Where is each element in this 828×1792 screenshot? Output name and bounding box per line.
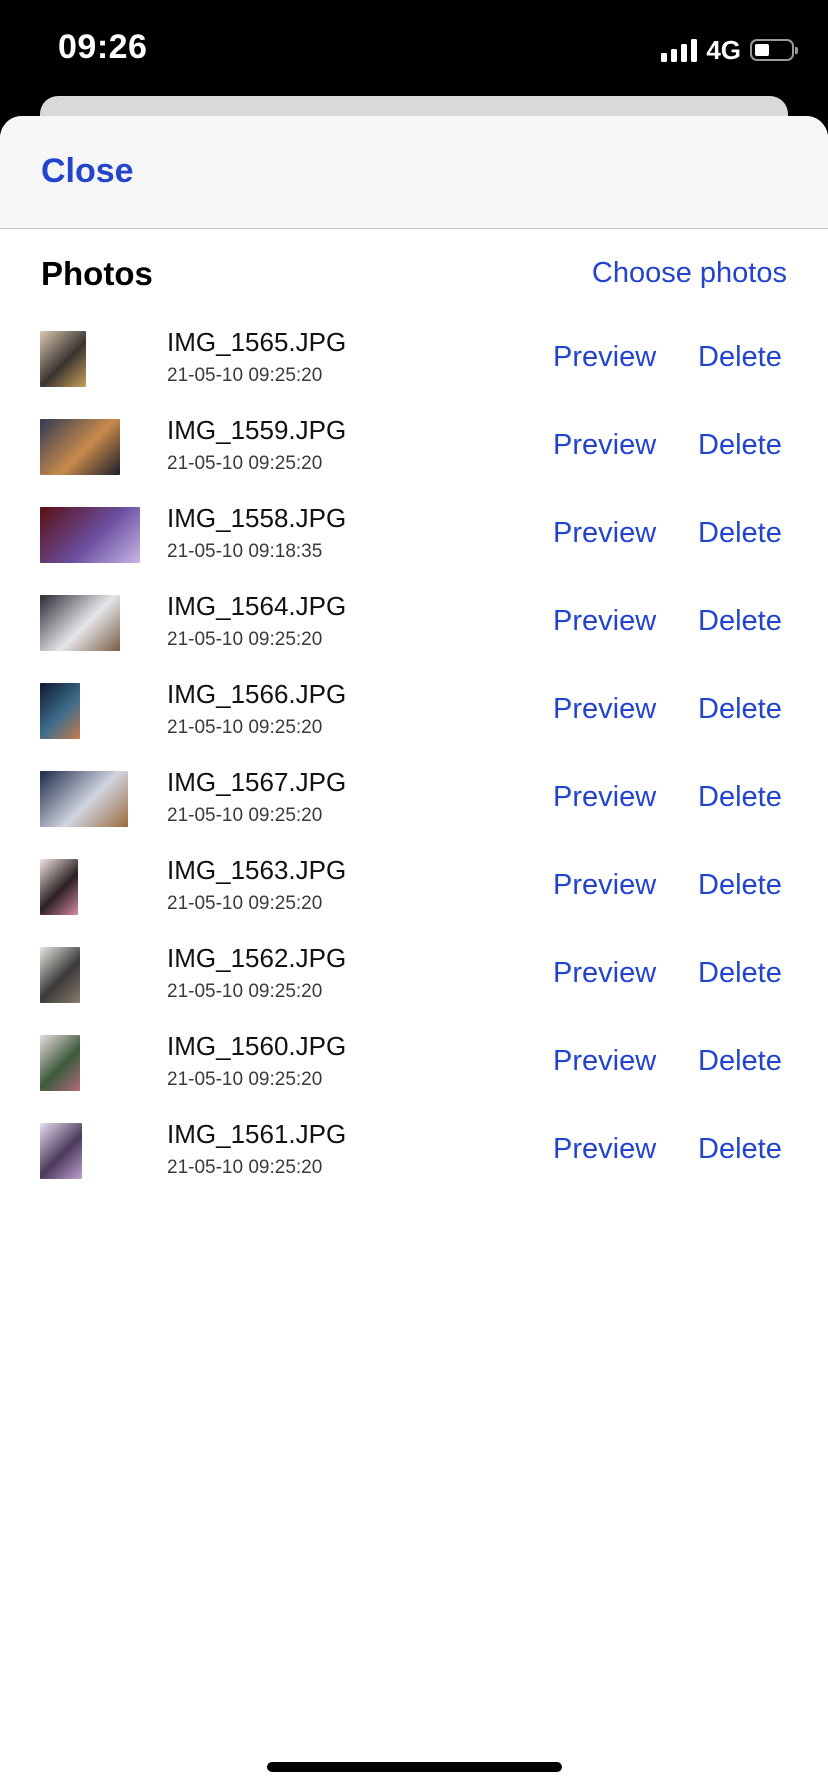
file-name: IMG_1564.JPG xyxy=(167,591,347,621)
photo-thumbnail[interactable] xyxy=(40,1035,80,1091)
preview-button[interactable]: Preview xyxy=(553,429,656,462)
file-name: IMG_1558.JPG xyxy=(167,503,347,533)
file-timestamp: 21-05-10 09:25:20 xyxy=(167,893,323,914)
close-button[interactable]: Close xyxy=(41,152,134,191)
file-timestamp: 21-05-10 09:25:20 xyxy=(167,365,323,386)
file-name: IMG_1565.JPG xyxy=(167,327,347,357)
preview-button[interactable]: Preview xyxy=(553,869,656,902)
photo-row: IMG_1563.JPG 21-05-10 09:25:20 Preview D… xyxy=(0,847,828,935)
delete-button[interactable]: Delete xyxy=(698,605,782,638)
photo-thumbnail[interactable] xyxy=(40,1123,82,1179)
file-timestamp: 21-05-10 09:25:20 xyxy=(167,629,323,650)
network-type: 4G xyxy=(706,34,741,65)
photo-row: IMG_1564.JPG 21-05-10 09:25:20 Preview D… xyxy=(0,583,828,671)
photo-row: IMG_1566.JPG 21-05-10 09:25:20 Preview D… xyxy=(0,671,828,759)
delete-button[interactable]: Delete xyxy=(698,429,782,462)
sheet-header: Close xyxy=(0,116,828,229)
preview-button[interactable]: Preview xyxy=(553,1045,656,1078)
preview-button[interactable]: Preview xyxy=(553,781,656,814)
file-timestamp: 21-05-10 09:25:20 xyxy=(167,1157,323,1178)
photo-thumbnail[interactable] xyxy=(40,595,120,651)
file-timestamp: 21-05-10 09:18:35 xyxy=(167,541,323,562)
section-title: Photos xyxy=(41,255,153,292)
home-indicator[interactable] xyxy=(267,1762,562,1772)
file-name: IMG_1567.JPG xyxy=(167,767,347,797)
status-time: 09:26 xyxy=(58,28,148,66)
preview-button[interactable]: Preview xyxy=(553,693,656,726)
photo-row: IMG_1567.JPG 21-05-10 09:25:20 Preview D… xyxy=(0,759,828,847)
file-name: IMG_1563.JPG xyxy=(167,855,347,885)
delete-button[interactable]: Delete xyxy=(698,957,782,990)
photo-row: IMG_1565.JPG 21-05-10 09:25:20 Preview D… xyxy=(0,319,828,407)
file-timestamp: 21-05-10 09:25:20 xyxy=(167,1069,323,1090)
signal-icon xyxy=(661,38,698,62)
file-timestamp: 21-05-10 09:25:20 xyxy=(167,981,323,1002)
preview-button[interactable]: Preview xyxy=(553,517,656,550)
file-timestamp: 21-05-10 09:25:20 xyxy=(167,453,323,474)
delete-button[interactable]: Delete xyxy=(698,341,782,374)
photo-row: IMG_1559.JPG 21-05-10 09:25:20 Preview D… xyxy=(0,407,828,495)
photo-row: IMG_1562.JPG 21-05-10 09:25:20 Preview D… xyxy=(0,935,828,1023)
file-timestamp: 21-05-10 09:25:20 xyxy=(167,805,323,826)
delete-button[interactable]: Delete xyxy=(698,869,782,902)
photo-thumbnail[interactable] xyxy=(40,947,80,1003)
delete-button[interactable]: Delete xyxy=(698,781,782,814)
photo-thumbnail[interactable] xyxy=(40,331,86,387)
choose-photos-button[interactable]: Choose photos xyxy=(592,257,787,290)
delete-button[interactable]: Delete xyxy=(698,693,782,726)
photo-row: IMG_1560.JPG 21-05-10 09:25:20 Preview D… xyxy=(0,1023,828,1111)
photo-thumbnail[interactable] xyxy=(40,683,80,739)
battery-icon xyxy=(750,39,798,61)
screen: 09:26 4G Close Photos Choose photos IMG_… xyxy=(0,0,828,1792)
file-name: IMG_1560.JPG xyxy=(167,1031,347,1061)
file-timestamp: 21-05-10 09:25:20 xyxy=(167,717,323,738)
delete-button[interactable]: Delete xyxy=(698,1045,782,1078)
photo-thumbnail[interactable] xyxy=(40,507,140,563)
photos-sheet: Close Photos Choose photos IMG_1565.JPG … xyxy=(0,116,828,1792)
photos-section-header: Photos Choose photos xyxy=(0,229,828,313)
photo-thumbnail[interactable] xyxy=(40,859,78,915)
delete-button[interactable]: Delete xyxy=(698,517,782,550)
photo-thumbnail[interactable] xyxy=(40,419,120,475)
file-name: IMG_1561.JPG xyxy=(167,1119,347,1149)
photo-row: IMG_1558.JPG 21-05-10 09:18:35 Preview D… xyxy=(0,495,828,583)
delete-button[interactable]: Delete xyxy=(698,1133,782,1166)
preview-button[interactable]: Preview xyxy=(553,605,656,638)
file-name: IMG_1562.JPG xyxy=(167,943,347,973)
preview-button[interactable]: Preview xyxy=(553,1133,656,1166)
photo-row: IMG_1561.JPG 21-05-10 09:25:20 Preview D… xyxy=(0,1111,828,1199)
preview-button[interactable]: Preview xyxy=(553,957,656,990)
file-name: IMG_1566.JPG xyxy=(167,679,347,709)
status-bar: 09:26 4G xyxy=(0,0,828,96)
photo-thumbnail[interactable] xyxy=(40,771,128,827)
preview-button[interactable]: Preview xyxy=(553,341,656,374)
file-name: IMG_1559.JPG xyxy=(167,415,347,445)
photo-list: IMG_1565.JPG 21-05-10 09:25:20 Preview D… xyxy=(0,319,828,1199)
status-indicators: 4G xyxy=(661,34,798,65)
